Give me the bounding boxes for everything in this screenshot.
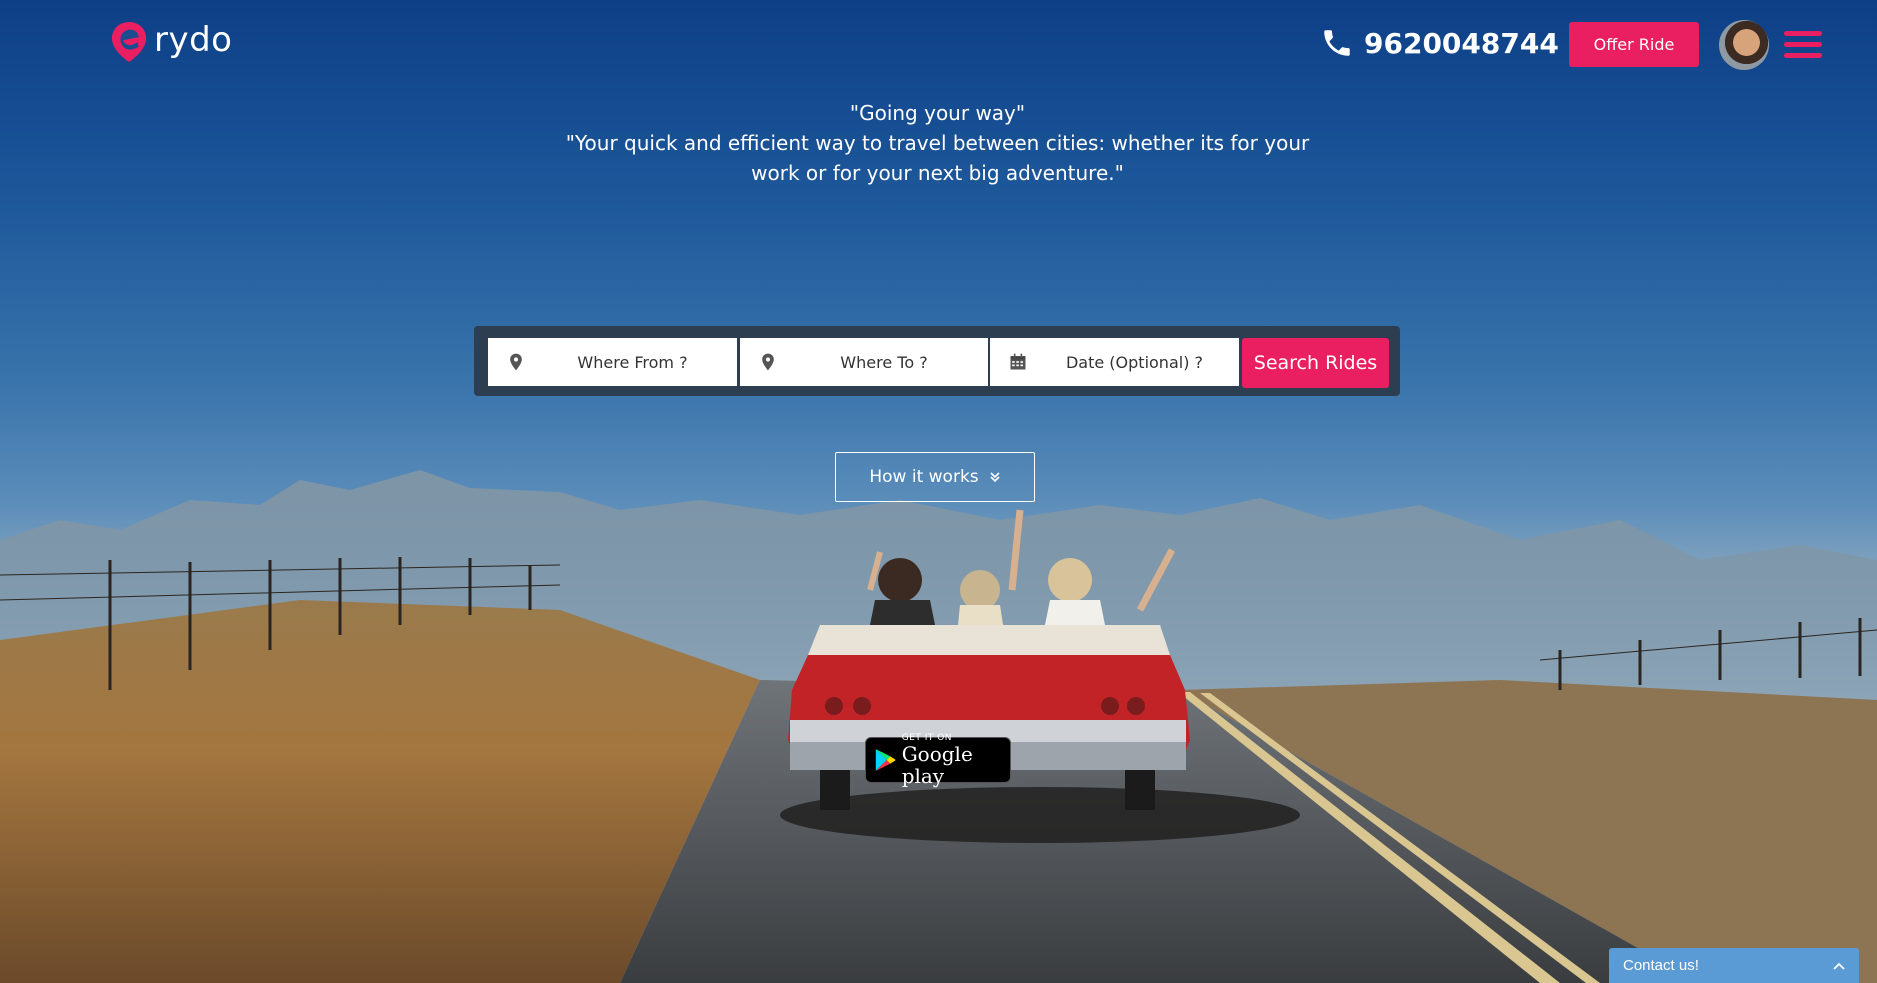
offer-ride-button[interactable]: Offer Ride <box>1569 22 1699 67</box>
tagline-description: "Your quick and efficient way to travel … <box>565 131 1310 185</box>
where-from-field[interactable]: Where From ? <box>488 338 737 386</box>
hamburger-menu-icon[interactable] <box>1784 31 1822 59</box>
phone-number: 9620048744 <box>1364 26 1559 60</box>
contact-us-label: Contact us! <box>1623 957 1699 974</box>
logo-icon <box>111 22 147 62</box>
avatar[interactable] <box>1719 20 1769 70</box>
phone-icon <box>1324 30 1350 56</box>
tagline: "Going your way" "Your quick and efficie… <box>560 98 1315 188</box>
how-it-works-label: How it works <box>869 467 979 487</box>
date-field[interactable]: Date (Optional) ? <box>990 338 1239 386</box>
location-pin-icon <box>762 353 774 371</box>
google-play-badge[interactable]: GET IT ON Google play <box>865 733 1011 787</box>
where-to-field[interactable]: Where To ? <box>740 338 988 386</box>
brand-name: rydo <box>154 20 233 60</box>
chevron-up-icon[interactable] <box>1833 962 1845 970</box>
how-it-works-button[interactable]: How it works <box>835 452 1035 502</box>
phone-contact[interactable]: 9620048744 <box>1320 26 1559 60</box>
brand-logo[interactable]: rydo <box>110 20 232 64</box>
ride-search-form: Where From ? Where To ? Date (Optional) … <box>474 326 1400 396</box>
location-pin-icon <box>510 353 522 371</box>
google-play-text: Google play <box>901 742 973 788</box>
tagline-title: "Going your way" <box>849 101 1026 125</box>
contact-us-widget[interactable]: Contact us! <box>1609 948 1859 983</box>
google-play-icon <box>875 749 896 771</box>
search-rides-button[interactable]: Search Rides <box>1242 338 1389 388</box>
chevron-double-down-icon <box>990 472 1000 483</box>
calendar-icon <box>1010 353 1026 370</box>
